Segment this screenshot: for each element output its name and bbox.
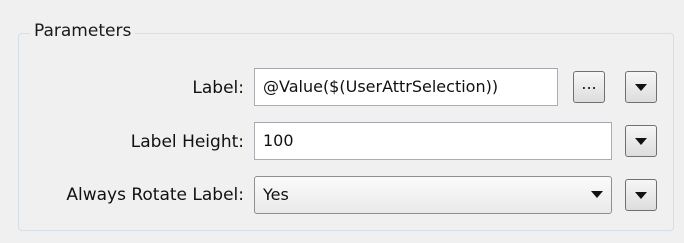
group-title: Parameters [30, 21, 136, 41]
label-label: Label: [192, 78, 244, 98]
label-menu-button[interactable] [625, 71, 657, 103]
always-rotate-menu-button[interactable] [625, 179, 657, 211]
always-rotate-combobox[interactable]: Yes [254, 176, 612, 214]
always-rotate-value: Yes [263, 185, 289, 204]
label-field[interactable]: @Value($(UserAttrSelection)) [254, 68, 558, 106]
always-rotate-label: Always Rotate Label: [66, 185, 244, 205]
triangle-down-icon [635, 84, 647, 91]
chevron-down-icon [591, 191, 603, 198]
label-height-menu-button[interactable] [625, 125, 657, 157]
label-height-label: Label Height: [130, 132, 244, 152]
triangle-down-icon [635, 138, 647, 145]
triangle-down-icon [635, 192, 647, 199]
label-height-field[interactable]: 100 [254, 122, 612, 160]
ellipsis-button[interactable]: ... [573, 71, 605, 103]
